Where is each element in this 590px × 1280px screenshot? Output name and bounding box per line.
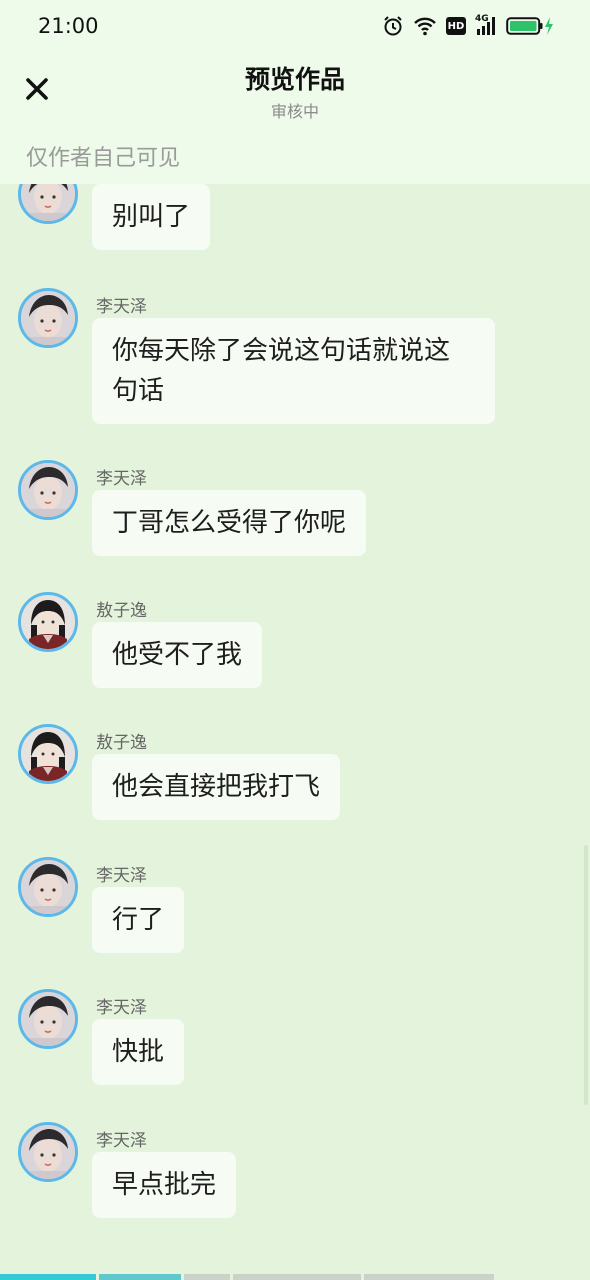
message-text: 他会直接把我打飞 — [112, 772, 321, 802]
message-bubble: 他会直接把我打飞 — [92, 754, 341, 820]
cellular-signal-icon: 4G — [475, 14, 497, 36]
avatar[interactable] — [18, 592, 78, 652]
sender-name: 李天泽 — [96, 297, 147, 317]
alarm-icon — [382, 15, 404, 37]
status-icons: HD 4G — [382, 14, 554, 38]
message-bubble: 你每天除了会说这句话就说这句话 — [92, 318, 495, 424]
avatar[interactable] — [18, 724, 78, 784]
header: 21:00 HD 4G 预览作品 审核中 仅作者自己可见 — [0, 0, 590, 184]
progress-segment — [99, 1274, 181, 1280]
avatar[interactable] — [18, 1122, 78, 1182]
review-status: 审核中 — [270, 102, 319, 121]
progress-segment — [233, 1274, 361, 1280]
message-bubble: 快批 — [92, 1019, 185, 1085]
message-bubble: 丁哥怎么受得了你呢 — [92, 490, 367, 556]
hd-icon: HD — [446, 17, 466, 35]
avatar[interactable] — [18, 989, 78, 1049]
sender-name: 李天泽 — [96, 1131, 147, 1151]
wifi-icon — [413, 16, 437, 36]
avatar[interactable] — [18, 288, 78, 348]
sender-name: 李天泽 — [96, 469, 147, 489]
message-text: 丁哥怎么受得了你呢 — [112, 508, 347, 538]
message-text: 早点批完 — [112, 1170, 217, 1200]
page-title: 预览作品 — [244, 65, 345, 94]
sender-name: 李天泽 — [96, 998, 147, 1018]
sender-name: 敖子逸 — [96, 733, 147, 753]
message-bubble: 别叫了 — [92, 184, 211, 250]
message-bubble: 行了 — [92, 887, 185, 953]
chat-list[interactable]: 别叫了 李天泽 你每天除了会说这句话就说这句话 李天泽 丁哥怎么受得了你呢 敖子… — [0, 184, 590, 1274]
message-text: 你每天除了会说这句话就说这句话 — [112, 336, 451, 406]
avatar[interactable] — [18, 857, 78, 917]
avatar[interactable] — [18, 460, 78, 520]
message-text: 他受不了我 — [112, 640, 243, 670]
progress-segment — [184, 1274, 230, 1280]
avatar[interactable] — [18, 184, 78, 224]
sender-name: 敖子逸 — [96, 601, 147, 621]
message-text: 快批 — [112, 1037, 165, 1067]
message-bubble: 他受不了我 — [92, 622, 263, 688]
message-text: 别叫了 — [112, 202, 191, 232]
progress-segment — [364, 1274, 494, 1280]
sender-name: 李天泽 — [96, 866, 147, 886]
battery-charging-icon — [506, 16, 554, 36]
visibility-note: 仅作者自己可见 — [26, 146, 181, 171]
status-bar: 21:00 HD 4G — [0, 0, 590, 52]
reading-progress — [0, 1274, 590, 1280]
message-bubble: 早点批完 — [92, 1152, 237, 1218]
message-text: 行了 — [112, 905, 165, 935]
scrollbar[interactable] — [584, 845, 588, 1105]
status-time: 21:00 — [38, 14, 99, 38]
progress-segment — [0, 1274, 96, 1280]
